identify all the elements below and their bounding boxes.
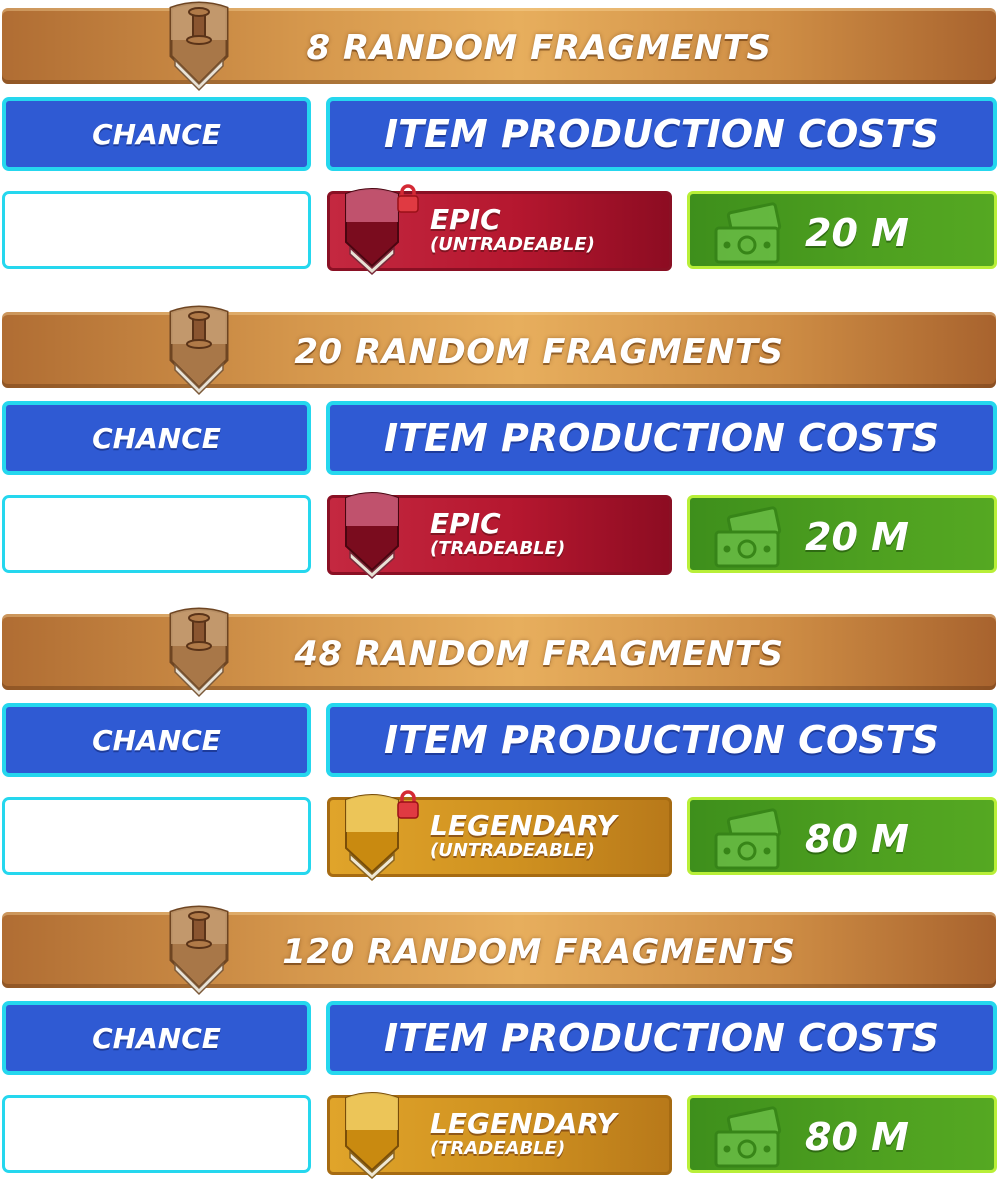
item-trade-status: (UNTRADEABLE) [430, 234, 595, 255]
lock-icon [397, 184, 419, 213]
epic-crest-icon [345, 188, 399, 276]
epic-item-box: EPIC (UNTRADEABLE) [327, 184, 672, 276]
chance-value-cell [2, 1095, 311, 1173]
item-trade-status: (TRADEABLE) [430, 1138, 566, 1159]
epic-crest-icon [345, 492, 399, 580]
item-production-costs-header: ITEM PRODUCTION COSTS [326, 401, 997, 475]
money-icon [714, 1106, 782, 1168]
legendary-crest-icon [345, 1092, 399, 1180]
cost-value: 80 M [805, 817, 909, 861]
item-production-costs-header: ITEM PRODUCTION COSTS [326, 97, 997, 171]
chance-value-cell [2, 495, 311, 573]
cost-value: 20 M [805, 211, 909, 255]
item-production-costs-header: ITEM PRODUCTION COSTS [326, 703, 997, 777]
fragments-title: 8 RANDOM FRAGMENTS [306, 28, 772, 68]
money-icon [714, 506, 782, 568]
chance-value-cell [2, 191, 311, 269]
item-rarity: EPIC [430, 507, 501, 540]
item-production-costs-header: ITEM PRODUCTION COSTS [326, 1001, 997, 1075]
fragments-title: 120 RANDOM FRAGMENTS [282, 932, 796, 972]
fragments-header: 48 RANDOM FRAGMENTS [2, 614, 996, 690]
cost-box: 80 M [687, 1095, 997, 1173]
item-rarity: EPIC [430, 203, 501, 236]
legendary-crest-icon [345, 794, 399, 882]
item-rarity: LEGENDARY [430, 809, 617, 842]
fragment-section-8: 8 RANDOM FRAGMENTS CHANCE ITEM PRODUCTIO… [0, 0, 1000, 276]
fragments-header: 8 RANDOM FRAGMENTS [2, 8, 996, 84]
fragment-crest-icon [169, 1, 229, 92]
cost-box: 20 M [687, 495, 997, 573]
fragments-title: 20 RANDOM FRAGMENTS [294, 332, 784, 372]
chance-value-cell [2, 797, 311, 875]
legendary-item-box: LEGENDARY (TRADEABLE) [327, 1092, 672, 1180]
cost-box: 80 M [687, 797, 997, 875]
money-icon [714, 202, 782, 264]
cost-box: 20 M [687, 191, 997, 269]
legendary-item-box: LEGENDARY (UNTRADEABLE) [327, 790, 672, 882]
chance-header: CHANCE [2, 97, 311, 171]
item-trade-status: (TRADEABLE) [430, 538, 566, 559]
cost-value: 80 M [805, 1115, 909, 1159]
fragment-section-20: 20 RANDOM FRAGMENTS CHANCE ITEM PRODUCTI… [0, 304, 1000, 580]
chance-header: CHANCE [2, 401, 311, 475]
fragments-header: 20 RANDOM FRAGMENTS [2, 312, 996, 388]
epic-item-box: EPIC (TRADEABLE) [327, 492, 672, 580]
fragments-title: 48 RANDOM FRAGMENTS [294, 634, 784, 674]
fragment-crest-icon [169, 305, 229, 396]
fragment-crest-icon [169, 607, 229, 698]
item-trade-status: (UNTRADEABLE) [430, 840, 595, 861]
fragments-header: 120 RANDOM FRAGMENTS [2, 912, 996, 988]
chance-header: CHANCE [2, 1001, 311, 1075]
fragment-crest-icon [169, 905, 229, 996]
chance-header: CHANCE [2, 703, 311, 777]
money-icon [714, 808, 782, 870]
fragment-section-48: 48 RANDOM FRAGMENTS CHANCE ITEM PRODUCTI… [0, 606, 1000, 882]
fragment-section-120: 120 RANDOM FRAGMENTS CHANCE ITEM PRODUCT… [0, 904, 1000, 1180]
cost-value: 20 M [805, 515, 909, 559]
lock-icon [397, 790, 419, 819]
item-rarity: LEGENDARY [430, 1107, 617, 1140]
